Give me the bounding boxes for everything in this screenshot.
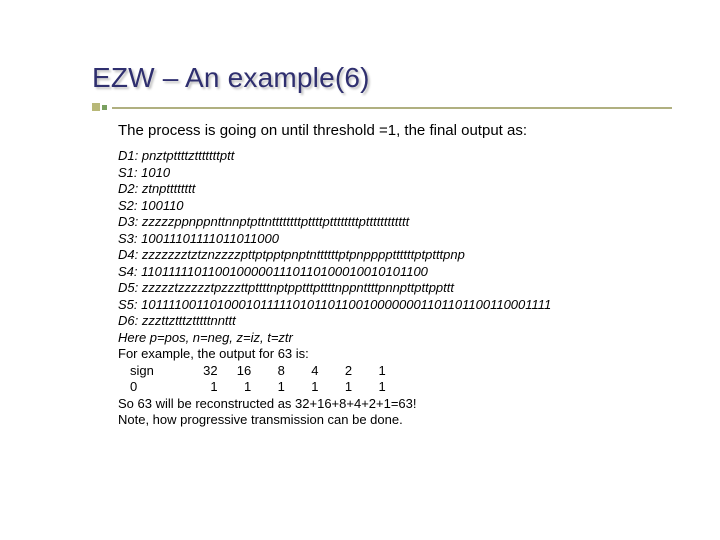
line-s4: S4: 110111110110010000011101101000100101…	[118, 264, 551, 281]
line-d4: D4: zzzzzzztztznzzzzpttptpptpnptnttttttp…	[118, 247, 551, 264]
line-d2: D2: ztnptttttttt	[118, 181, 551, 198]
line-s2: S2: 100110	[118, 198, 551, 215]
bullet-small-square-icon	[102, 105, 107, 110]
title-wrap: EZW – An example(6)	[92, 62, 370, 94]
cell: 1	[356, 379, 386, 396]
line-d5: D5: zzzzztzzzzztpzzzttpttttnptpptttptttt…	[118, 280, 551, 297]
line-here: Here p=pos, n=neg, z=iz, t=ztr	[118, 330, 551, 347]
col-header: 32	[188, 363, 218, 380]
cell: 1	[322, 379, 352, 396]
example-note: Note, how progressive transmission can b…	[118, 412, 551, 429]
slide: EZW – An example(6) The process is going…	[0, 0, 720, 540]
slide-title: EZW – An example(6)	[92, 62, 370, 94]
example-recon: So 63 will be reconstructed as 32+16+8+4…	[118, 396, 551, 413]
row-label-sign: sign	[118, 363, 184, 380]
cell: 1	[221, 379, 251, 396]
line-d1: D1: pnztpttttztttttttptt	[118, 148, 551, 165]
line-s1: S1: 1010	[118, 165, 551, 182]
line-d3: D3: zzzzzppnppnttnnptpttnttttttttpttttpt…	[118, 214, 551, 231]
bullet-square-icon	[92, 103, 100, 111]
col-header: 16	[221, 363, 251, 380]
col-header: 4	[289, 363, 319, 380]
line-s3: S3: 10011101111011011000	[118, 231, 551, 248]
line-s5: S5: 101111001101000101111101011011001000…	[118, 297, 551, 314]
cell: 1	[255, 379, 285, 396]
cell: 1	[188, 379, 218, 396]
row-label-zero: 0	[118, 379, 184, 396]
example-intro: For example, the output for 63 is:	[118, 346, 551, 363]
table-row: sign 32 16 8 4 2 1	[118, 363, 551, 380]
table-row: 0 1 1 1 1 1 1	[118, 379, 551, 396]
col-header: 2	[322, 363, 352, 380]
slide-body: D1: pnztpttttztttttttptt S1: 1010 D2: zt…	[118, 148, 551, 429]
cell: 1	[289, 379, 319, 396]
col-header: 8	[255, 363, 285, 380]
divider-line	[112, 107, 672, 109]
line-d6: D6: zzzttztttztttttnnttt	[118, 313, 551, 330]
col-header: 1	[356, 363, 386, 380]
title-underline	[92, 106, 652, 110]
example-table: sign 32 16 8 4 2 1 0 1 1 1 1 1 1	[118, 363, 551, 396]
slide-subtitle: The process is going on until threshold …	[118, 122, 527, 139]
